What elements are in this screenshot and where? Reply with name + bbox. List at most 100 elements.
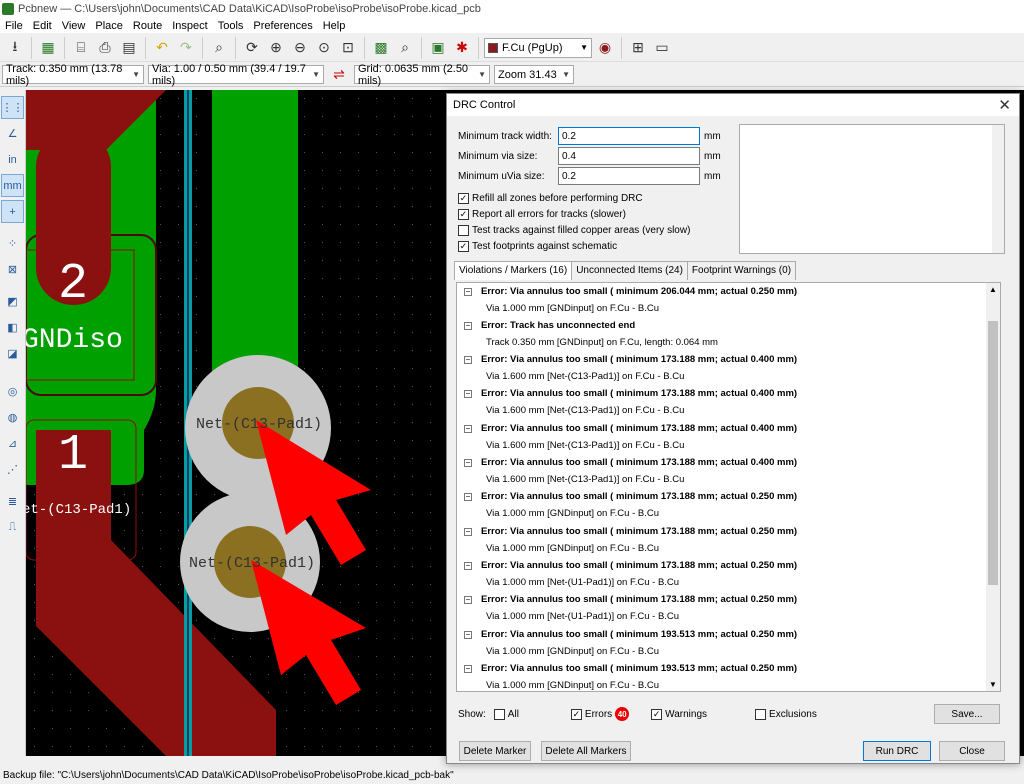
pad-sketch-icon[interactable]: ◎ [1,380,24,403]
redo-icon[interactable]: ↷ [175,37,197,59]
min-uvia-size-input[interactable] [558,167,700,185]
chevron-down-icon[interactable]: ▼ [989,680,997,689]
zoom-select[interactable]: Zoom 31.43 ▼ [494,65,574,84]
menu-file[interactable]: File [0,20,28,32]
status-bar: Backup file: "C:\Users\john\Documents\CA… [0,768,1024,784]
collapse-icon[interactable]: − [464,665,472,673]
collapse-icon[interactable]: − [464,562,472,570]
zone-sketch-icon[interactable]: ◪ [1,342,24,365]
footprint-editor-icon[interactable]: ▣ [427,37,449,59]
high-contrast-icon[interactable]: ⋰ [1,458,24,481]
menu-edit[interactable]: Edit [28,20,57,32]
collapse-icon[interactable]: − [464,631,472,639]
refill-zones-checkbox[interactable]: ✓ [458,193,469,204]
track-width-select[interactable]: Track: 0.350 mm (13.78 mils) ▼ [2,63,144,87]
menu-place[interactable]: Place [90,20,128,32]
curved-ratsnest-icon[interactable]: ⊠ [1,258,24,281]
via-sketch-icon[interactable]: ◍ [1,406,24,429]
units-mm-button[interactable]: mm [1,174,24,197]
min-track-width-input[interactable] [558,127,700,145]
tab-footprint-warnings[interactable]: Footprint Warnings (0) [686,261,797,280]
save-button[interactable]: Save... [934,704,1000,724]
netlist-icon[interactable]: ▩ [370,37,392,59]
grid-select[interactable]: Grid: 0.0635 mm (2.50 mils) ▼ [354,63,490,87]
tab-violations[interactable]: Violations / Markers (16) [454,261,573,280]
collapse-icon[interactable]: − [464,288,472,296]
show-warnings-checkbox[interactable]: ✓ [651,708,663,720]
toolbar-separator [421,36,422,59]
zoom-selection-icon[interactable]: ⊡ [337,37,359,59]
collapse-icon[interactable]: − [464,425,472,433]
collapse-icon[interactable]: − [464,596,472,604]
min-track-width-row: Minimum track width: mm [458,127,721,145]
collapse-icon[interactable]: − [464,459,472,467]
zoom-out-icon[interactable]: ⊖ [289,37,311,59]
layer-pair-icon[interactable]: ◉ [594,37,616,59]
violations-list[interactable]: − Error: Via annulus too small ( minimum … [456,282,1001,692]
zoom-value: Zoom 31.43 [498,68,557,81]
close-button[interactable]: Close [939,741,1005,761]
microwave-tools-icon[interactable]: ⊞ [627,37,649,59]
microwave-icon[interactable]: ⎍ [1,516,24,539]
menu-inspect[interactable]: Inspect [167,20,212,32]
report-scrollbar[interactable] [992,125,1004,253]
refresh-icon[interactable]: ⟳ [241,37,263,59]
page-settings-icon[interactable]: ⌸ [70,37,92,59]
download-icon[interactable]: ⭳ [4,37,26,59]
collapse-icon[interactable]: − [464,528,472,536]
auto-track-width-icon[interactable]: ⇌ [328,64,350,86]
layer-selector[interactable]: F.Cu (PgUp) ▼ [484,37,592,58]
collapse-icon[interactable]: − [464,322,472,330]
find-icon[interactable]: ⌕ [208,37,230,59]
min-via-size-input[interactable] [558,147,700,165]
plot-icon[interactable]: ▤ [118,37,140,59]
grid-toggle-icon[interactable]: ⋮⋮ [1,96,24,119]
zoom-in-icon[interactable]: ⊕ [265,37,287,59]
zone-outline-icon[interactable]: ◧ [1,316,24,339]
menu-preferences[interactable]: Preferences [248,20,317,32]
menu-view[interactable]: View [57,20,91,32]
scrollbar-thumb[interactable] [988,321,998,585]
drc-bug-icon[interactable]: ✱ [451,37,473,59]
python-console-icon[interactable]: ▭ [651,37,673,59]
menu-tools[interactable]: Tools [213,20,249,32]
menu-route[interactable]: Route [128,20,167,32]
test-footprints-option[interactable]: ✓ Test footprints against schematic [458,241,617,252]
collapse-icon[interactable]: − [464,356,472,364]
close-icon[interactable]: ✕ [998,96,1011,114]
show-exclusions-checkbox[interactable] [755,708,767,720]
print-icon[interactable]: ⎙ [94,37,116,59]
report-all-errors-checkbox[interactable]: ✓ [458,209,469,220]
footprint-browser-icon[interactable]: ⌕ [394,37,416,59]
drc-report-box[interactable] [739,124,1005,254]
menu-help[interactable]: Help [318,20,351,32]
toolbar-separator [235,36,236,59]
test-footprints-checkbox[interactable]: ✓ [458,241,469,252]
pcbnew-app-icon [2,3,14,15]
test-tracks-zones-option[interactable]: Test tracks against filled copper areas … [458,225,690,236]
via-size-select[interactable]: Via: 1.00 / 0.50 mm (39.4 / 19.7 mils) ▼ [148,63,324,87]
violations-scrollbar[interactable]: ▲ ▼ [986,283,1000,691]
units-inch-button[interactable]: in [1,148,24,171]
refill-zones-option[interactable]: ✓ Refill all zones before performing DRC [458,193,643,204]
report-all-errors-option[interactable]: ✓ Report all errors for tracks (slower) [458,209,626,220]
collapse-icon[interactable]: − [464,390,472,398]
zoom-fit-icon[interactable]: ⊙ [313,37,335,59]
chevron-up-icon[interactable]: ▲ [989,285,997,294]
track-sketch-icon[interactable]: ⊿ [1,432,24,455]
run-drc-button[interactable]: Run DRC [863,741,931,761]
delete-all-markers-button[interactable]: Delete All Markers [541,741,631,761]
undo-icon[interactable]: ↶ [151,37,173,59]
polar-coords-icon[interactable]: ∠ [1,122,24,145]
show-errors-checkbox[interactable]: ✓ [570,708,582,720]
test-tracks-zones-checkbox[interactable] [458,225,469,236]
cursor-shape-icon[interactable]: + [1,200,24,223]
zone-fill-icon[interactable]: ◩ [1,290,24,313]
delete-marker-button[interactable]: Delete Marker [459,741,531,761]
layers-manager-icon[interactable]: ≣ [1,490,24,513]
tab-unconnected[interactable]: Unconnected Items (24) [571,261,688,280]
board-setup-icon[interactable]: ▦ [37,37,59,59]
show-all-checkbox[interactable] [493,708,505,720]
ratsnest-icon[interactable]: ⁘ [1,232,24,255]
collapse-icon[interactable]: − [464,493,472,501]
